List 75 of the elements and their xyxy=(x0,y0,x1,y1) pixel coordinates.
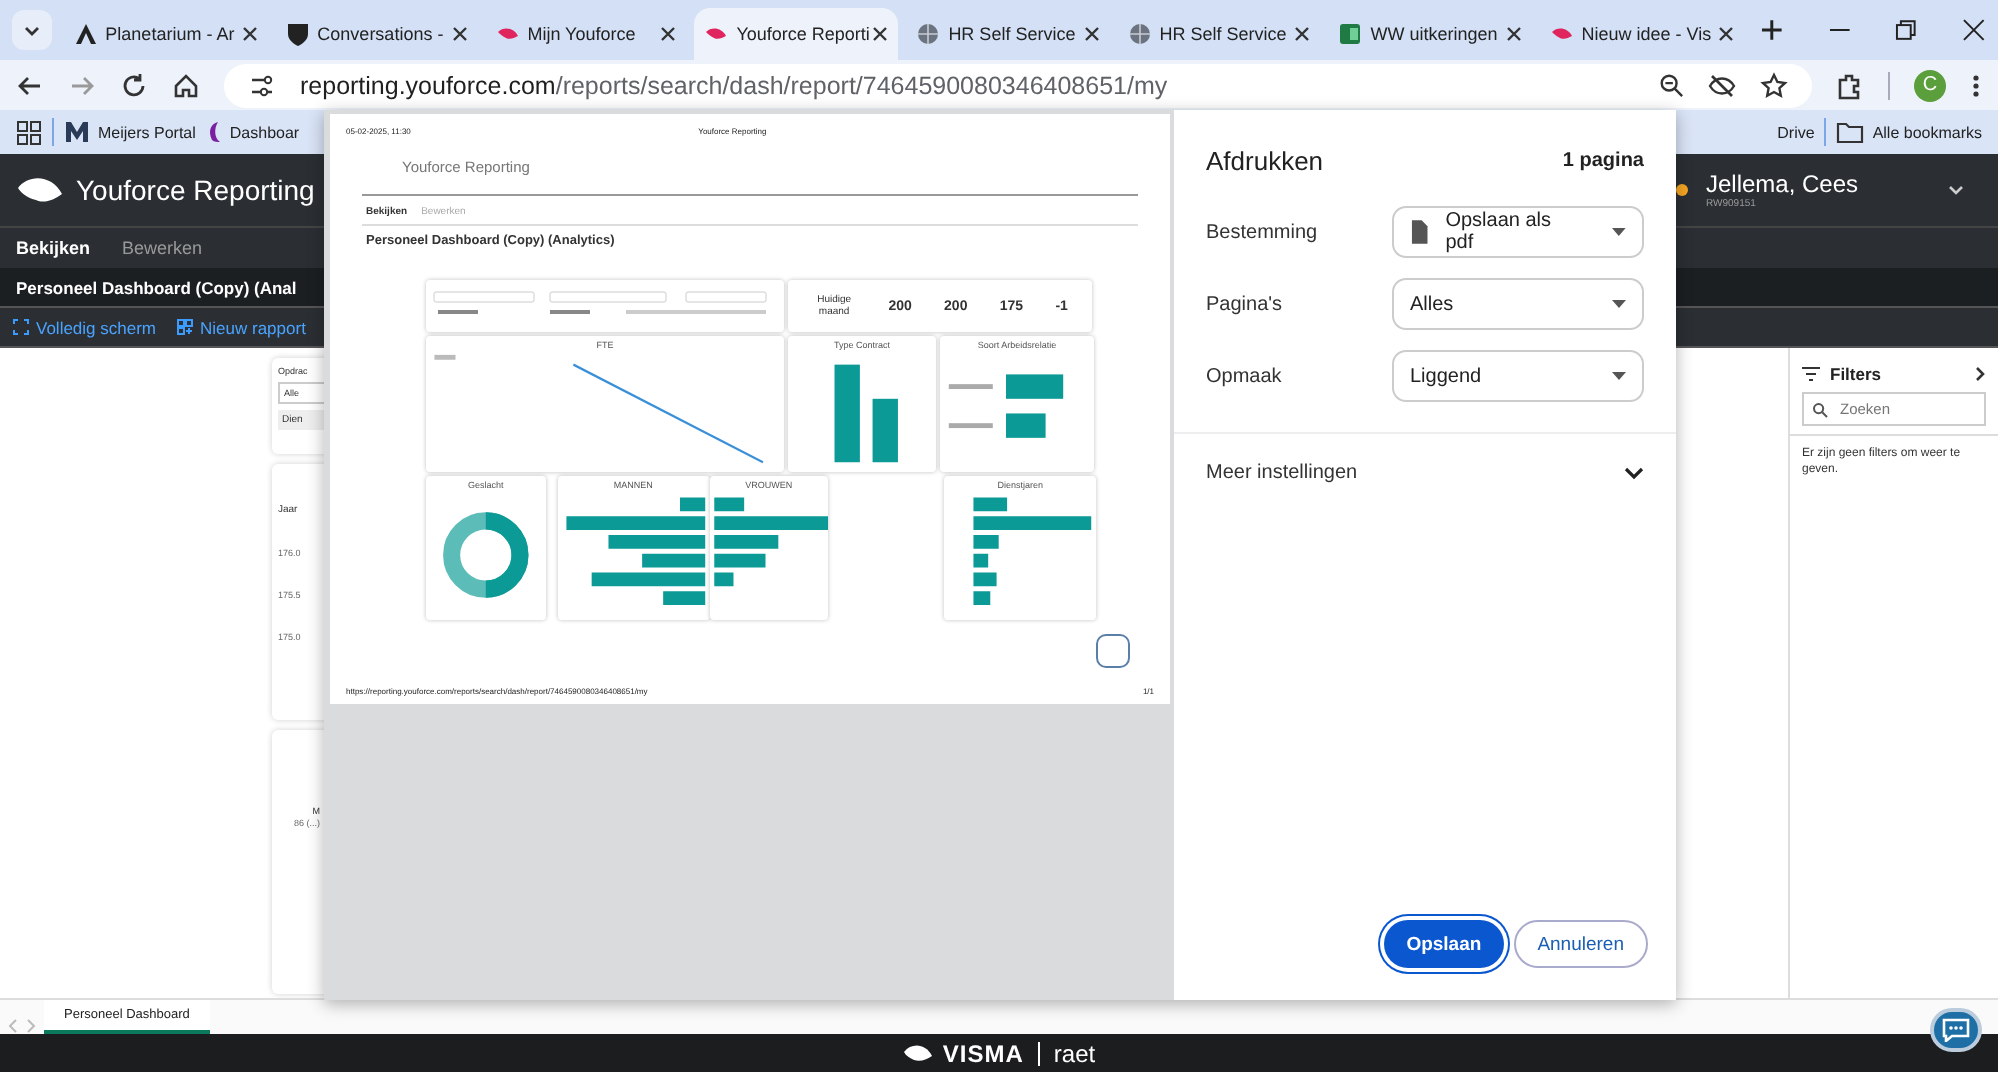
restore-icon[interactable] xyxy=(1894,18,1919,42)
browser-tab[interactable]: Nieuw idee - Vis xyxy=(1539,8,1744,60)
menu-tab[interactable]: Bewerken xyxy=(122,238,203,258)
bookmark[interactable]: Dashboar xyxy=(205,120,300,144)
extensions-icon[interactable] xyxy=(1836,71,1864,99)
browser-tab[interactable]: HR Self Service xyxy=(1117,8,1321,60)
close-icon[interactable] xyxy=(1505,26,1522,42)
dialog-button[interactable]: Annuleren xyxy=(1513,920,1648,968)
search-icon xyxy=(1812,402,1828,418)
filter-icon xyxy=(1802,366,1820,382)
close-icon[interactable] xyxy=(660,26,677,42)
home-icon[interactable] xyxy=(172,71,200,99)
dropdown[interactable]: Liggend xyxy=(1392,350,1644,402)
expand-icon xyxy=(12,318,30,336)
apps-icon[interactable] xyxy=(16,119,42,145)
browser-tab[interactable]: WW uitkeringen xyxy=(1328,8,1532,60)
report-title: Personeel Dashboard (Copy) (Anal xyxy=(16,277,297,297)
eye-off-icon[interactable] xyxy=(1708,71,1736,99)
address-bar[interactable]: reporting.youforce.com/reports/search/dash/report/7464590080346408651/my xyxy=(224,63,1812,107)
app-title: Youforce Reporting xyxy=(76,174,315,206)
toolbar-button[interactable]: Volledig scherm xyxy=(12,317,157,337)
folder-icon xyxy=(1836,121,1865,143)
new-tab-icon[interactable] xyxy=(1759,18,1784,42)
close-icon[interactable] xyxy=(1717,26,1734,42)
more-settings-toggle[interactable]: Meer instellingen xyxy=(1174,432,1676,512)
chevron-right-icon[interactable] xyxy=(1974,366,1986,382)
globe-icon xyxy=(916,22,941,46)
setting-label: Opmaak xyxy=(1206,365,1284,387)
filters-title: Filters xyxy=(1830,364,1882,384)
browser-tab[interactable]: Conversations - xyxy=(275,8,478,60)
user-name: Jellema, Cees xyxy=(1706,170,1861,198)
shield-icon xyxy=(285,22,310,46)
dialog-button[interactable]: Opslaan xyxy=(1384,920,1504,968)
toolbar-button[interactable]: Nieuw rapport xyxy=(176,317,306,337)
forward-icon[interactable] xyxy=(68,71,96,99)
setting-label: Pagina's xyxy=(1206,293,1285,315)
back-icon[interactable] xyxy=(16,71,44,99)
close-icon[interactable] xyxy=(872,26,889,42)
browser-tab[interactable]: Mijn Youforce xyxy=(485,8,687,60)
menu-tab[interactable]: Bekijken xyxy=(16,238,91,258)
report-icon xyxy=(176,318,195,336)
close-icon[interactable] xyxy=(241,26,258,42)
caret-icon xyxy=(1612,372,1626,380)
close-icon[interactable] xyxy=(451,26,468,42)
close-icon[interactable] xyxy=(1962,18,1986,42)
bookmark[interactable]: Meijers Portal xyxy=(64,120,196,144)
footer-logo: VISMA raet xyxy=(902,1039,1096,1067)
star-icon[interactable] xyxy=(1760,71,1788,99)
browser-tab[interactable]: HR Self Service xyxy=(906,8,1110,60)
swoosh-icon xyxy=(902,1043,935,1063)
tab-list-button[interactable] xyxy=(12,10,52,50)
spreadsheet-icon xyxy=(1338,22,1363,46)
peak-icon xyxy=(73,22,98,46)
chevron-down-icon[interactable] xyxy=(1946,180,1966,200)
dialog-title: Afdrukken xyxy=(1206,146,1324,176)
swoosh-logo-icon xyxy=(16,174,64,206)
all-bookmarks-button[interactable]: Alle bookmarks xyxy=(1836,121,1982,143)
browser-tab[interactable]: Planetarium - Ar xyxy=(63,8,268,60)
document-icon xyxy=(1410,220,1430,244)
browser-tab[interactable]: Youforce Reporti xyxy=(694,8,899,60)
close-icon[interactable] xyxy=(1294,26,1311,42)
bookmark[interactable]: Drive xyxy=(1777,123,1815,141)
crescent-icon xyxy=(205,120,222,144)
site-info-icon xyxy=(248,71,276,99)
chat-icon xyxy=(1942,1018,1970,1042)
dropdown[interactable]: Opslaan als pdf xyxy=(1392,206,1644,258)
dropdown[interactable]: Alles xyxy=(1392,278,1644,330)
m-logo-icon xyxy=(64,120,90,144)
reload-icon[interactable] xyxy=(120,71,148,99)
setting-label: Bestemming xyxy=(1206,221,1320,243)
globe-icon xyxy=(1127,22,1152,46)
zoom-icon[interactable] xyxy=(1658,72,1684,98)
close-icon[interactable] xyxy=(1083,26,1100,42)
menu-icon[interactable] xyxy=(1970,71,1982,99)
page-count: 1 pagina xyxy=(1562,150,1644,172)
